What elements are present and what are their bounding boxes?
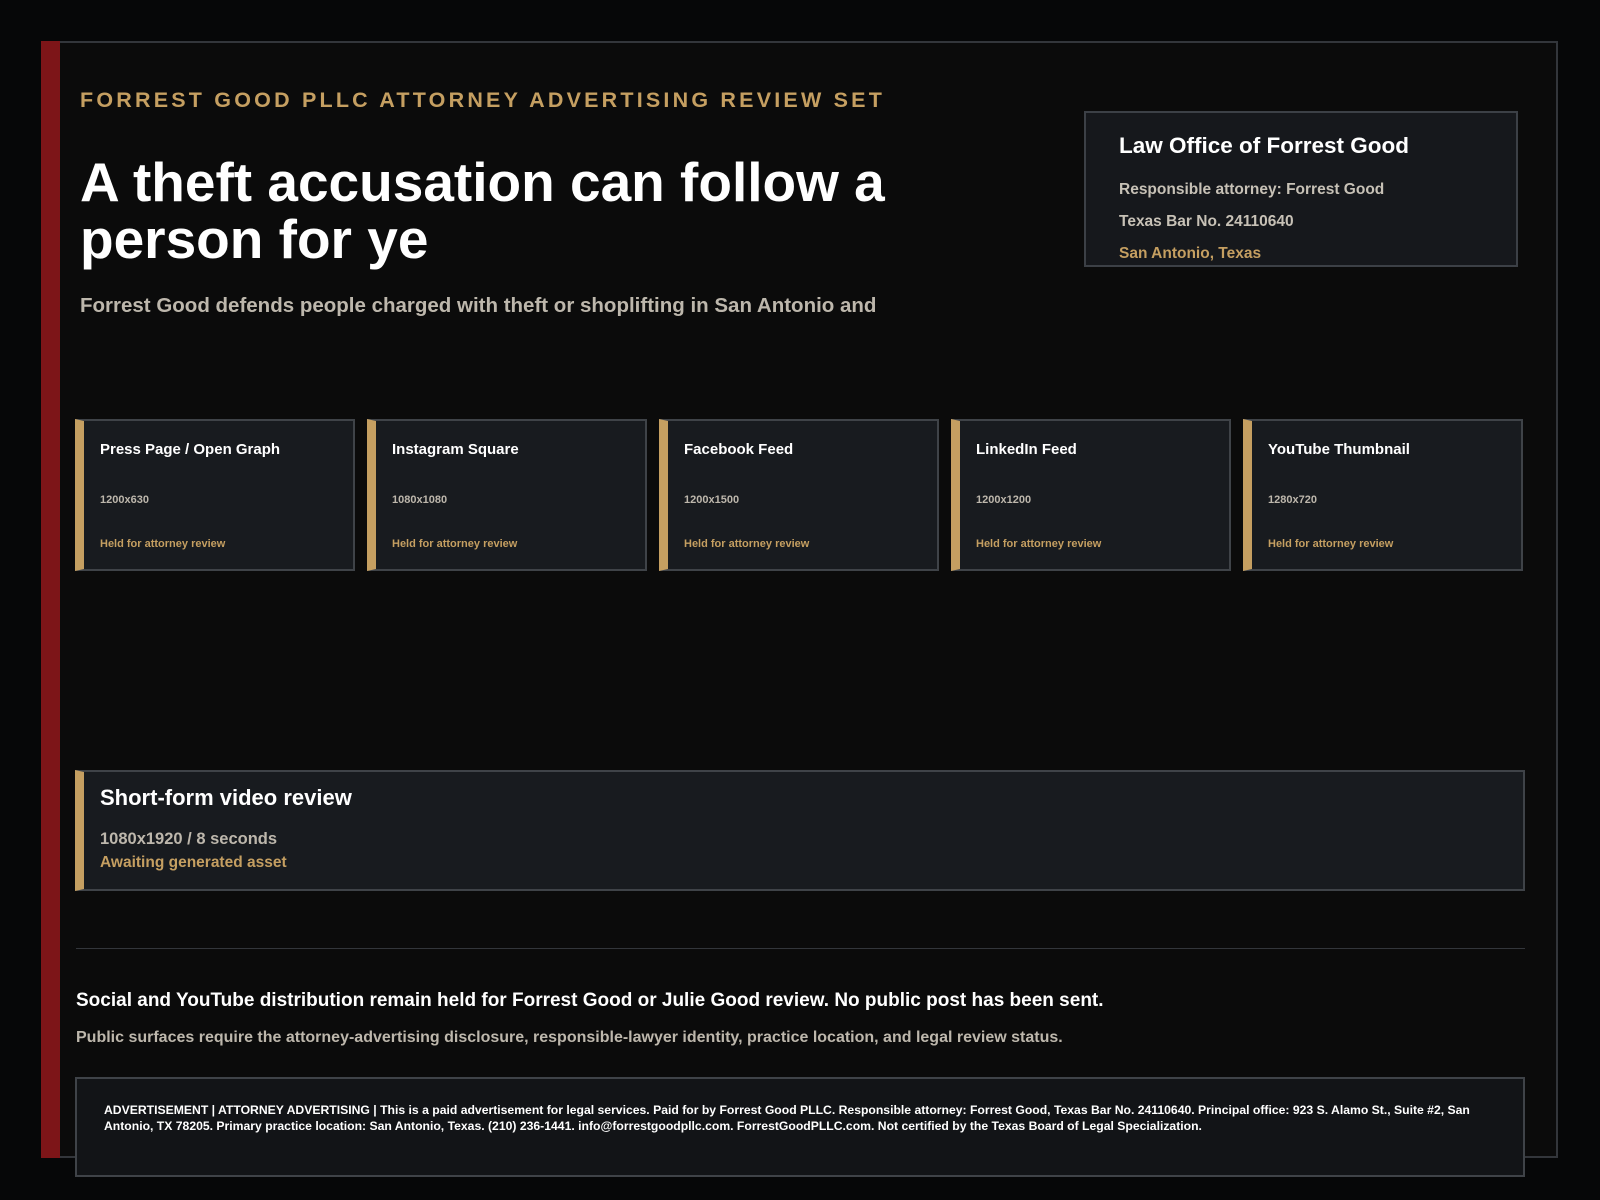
office-location: San Antonio, Texas (1119, 245, 1262, 262)
format-size: 1280x720 (1268, 494, 1317, 506)
responsible-attorney: Responsible attorney: Forrest Good (1119, 181, 1385, 198)
format-status: Held for attorney review (976, 538, 1102, 550)
video-review-size: 1080x1920 / 8 seconds (100, 830, 278, 848)
disclosure-requirements: Public surfaces require the attorney-adv… (76, 1029, 1063, 1046)
office-name: Law Office of Forrest Good (1119, 133, 1410, 158)
brand-accent-bar (41, 41, 60, 1158)
section-divider (76, 948, 1525, 949)
distribution-hold-notice: Social and YouTube distribution remain h… (76, 990, 1104, 1011)
format-status: Held for attorney review (684, 538, 810, 550)
format-size: 1200x1500 (684, 494, 740, 506)
format-card-youtube-thumbnail[interactable]: YouTube Thumbnail 1280x720 Held for atto… (1243, 419, 1523, 571)
format-card-facebook-feed[interactable]: Facebook Feed 1200x1500 Held for attorne… (659, 419, 939, 571)
advertising-disclosure: ADVERTISEMENT | ATTORNEY ADVERTISING | T… (75, 1077, 1525, 1177)
format-card-press-page[interactable]: Press Page / Open Graph 1200x630 Held fo… (75, 419, 355, 571)
video-review-title: Short-form video review (100, 785, 352, 810)
bar-number: Texas Bar No. 24110640 (1119, 213, 1294, 230)
headline: A theft accusation can follow a person f… (80, 151, 885, 270)
format-size: 1080x1080 (392, 494, 448, 506)
format-title: Facebook Feed (684, 441, 794, 458)
format-title: YouTube Thumbnail (1268, 441, 1410, 458)
format-title: LinkedIn Feed (976, 441, 1077, 458)
format-status: Held for attorney review (392, 538, 518, 550)
format-cards: Press Page / Open Graph 1200x630 Held fo… (75, 419, 1524, 571)
office-card: Law Office of Forrest Good Responsible a… (1084, 111, 1518, 267)
subheadline: Forrest Good defends people charged with… (80, 294, 877, 317)
format-size: 1200x630 (100, 494, 149, 506)
video-review-status: Awaiting generated asset (100, 854, 287, 871)
eyebrow-label: FORREST GOOD PLLC ATTORNEY ADVERTISING R… (80, 88, 886, 112)
format-card-instagram-square[interactable]: Instagram Square 1080x1080 Held for atto… (367, 419, 647, 571)
format-status: Held for attorney review (100, 538, 226, 550)
format-size: 1200x1200 (976, 494, 1032, 506)
format-status: Held for attorney review (1268, 538, 1394, 550)
format-title: Instagram Square (392, 441, 519, 458)
format-card-linkedin-feed[interactable]: LinkedIn Feed 1200x1200 Held for attorne… (951, 419, 1231, 571)
video-review-card[interactable]: Short-form video review 1080x1920 / 8 se… (75, 770, 1525, 891)
format-title: Press Page / Open Graph (100, 441, 281, 458)
disclosure-text: ADVERTISEMENT | ATTORNEY ADVERTISING | T… (104, 1103, 1470, 1133)
